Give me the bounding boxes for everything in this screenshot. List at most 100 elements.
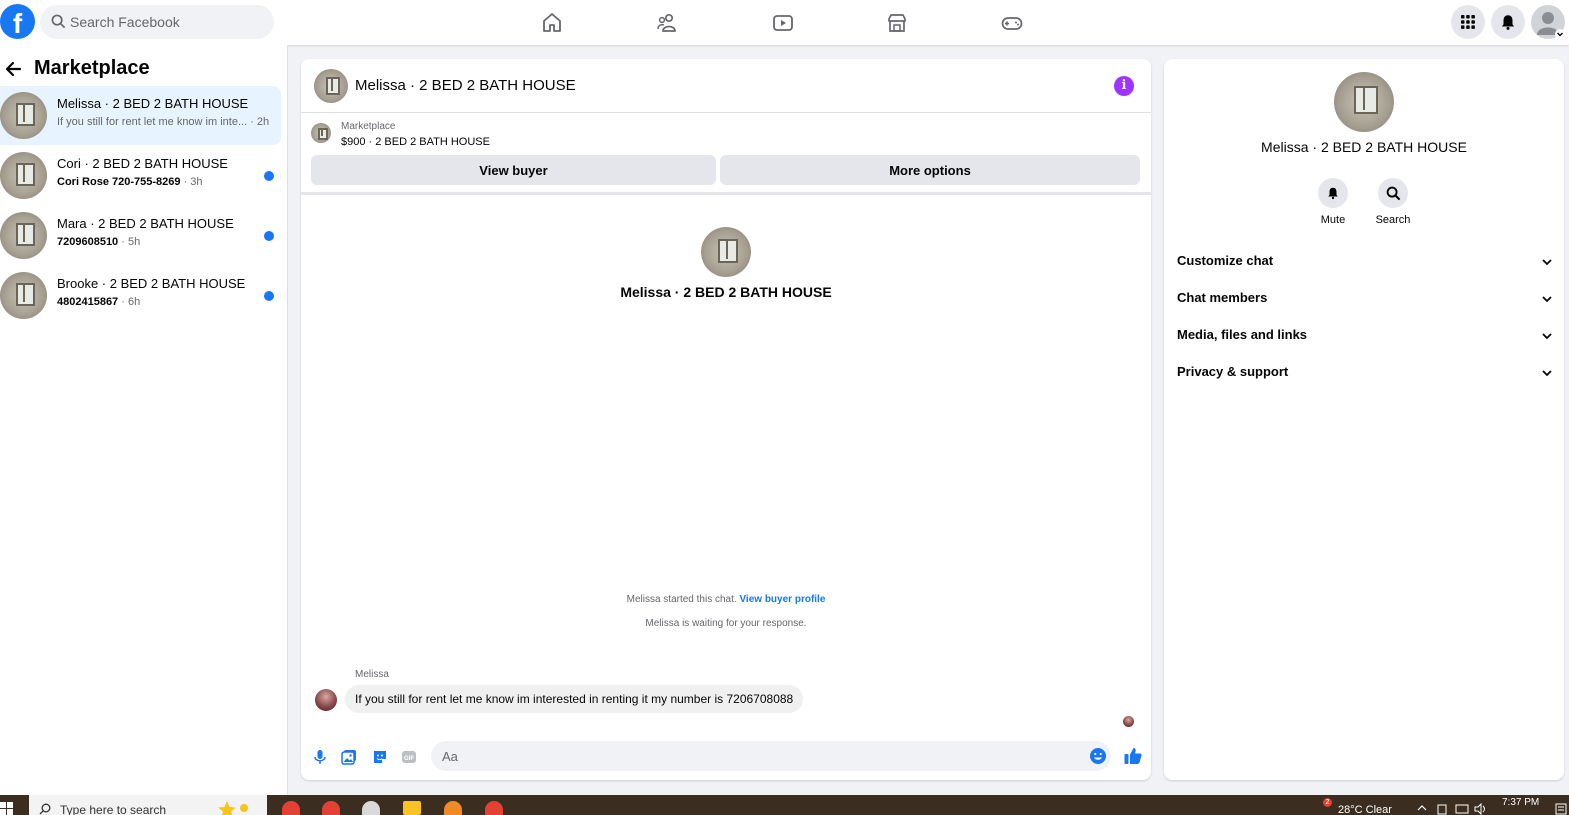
section-chat-members[interactable]: Chat members [1177, 290, 1553, 318]
search-label: Search [1375, 214, 1411, 226]
intro-name: Melissa · 2 BED 2 BATH HOUSE [620, 284, 832, 300]
thumbs-up-icon[interactable] [1123, 746, 1143, 766]
facebook-logo[interactable]: f [0, 4, 35, 39]
info-icon[interactable]: i [1114, 76, 1134, 96]
section-customize-chat[interactable]: Customize chat [1177, 253, 1553, 281]
home-icon[interactable] [539, 10, 565, 36]
conversation-name: Brooke · 2 BED 2 BATH HOUSE [57, 276, 246, 291]
action-center-icon[interactable] [1555, 803, 1567, 815]
chat-panel: Melissa · 2 BED 2 BATH HOUSE i Marketpla… [301, 59, 1151, 780]
search-action[interactable]: Search [1368, 178, 1418, 226]
search-input[interactable] [70, 5, 265, 39]
section-privacy-support[interactable]: Privacy & support [1177, 364, 1553, 392]
conversation-name: Mara · 2 BED 2 BATH HOUSE [57, 216, 234, 231]
details-name: Melissa · 2 BED 2 BATH HOUSE [1261, 139, 1467, 155]
listing-price[interactable]: $900 · 2 BED 2 BATH HOUSE [341, 136, 490, 148]
conversation-item-cori[interactable]: Cori · 2 BED 2 BATH HOUSE Cori Rose 720-… [0, 146, 281, 205]
section-media-files-links[interactable]: Media, files and links [1177, 327, 1553, 355]
microphone-icon[interactable] [311, 748, 329, 766]
chat-avatar[interactable] [314, 69, 348, 103]
conversation-name: Melissa · 2 BED 2 BATH HOUSE [57, 96, 249, 111]
chat-details-panel: Melissa · 2 BED 2 BATH HOUSE Mute Search… [1164, 59, 1564, 780]
top-navigation-bar: f [0, 0, 1569, 45]
chat-title[interactable]: Melissa · 2 BED 2 BATH HOUSE [355, 77, 576, 94]
chevron-down-icon [1542, 370, 1552, 377]
chevron-down-icon [1542, 259, 1552, 266]
mute-action[interactable]: Mute [1308, 178, 1358, 226]
file-explorer-icon[interactable] [403, 801, 421, 815]
chevron-down-icon [1542, 296, 1552, 303]
watch-icon[interactable] [770, 10, 796, 36]
chevron-down-icon [1542, 333, 1552, 340]
network-icon[interactable] [1455, 803, 1469, 815]
chrome-icon[interactable] [485, 801, 503, 815]
svg-text:GIF: GIF [404, 756, 414, 762]
unread-dot [264, 171, 274, 181]
listing-thumbnail [311, 123, 331, 143]
chrome-icon[interactable] [322, 801, 340, 815]
page-title: Marketplace [34, 57, 150, 79]
intro-avatar [701, 227, 751, 277]
conversation-item-brooke[interactable]: Brooke · 2 BED 2 BATH HOUSE 4802415867 ·… [0, 266, 281, 325]
chat-started-notice: Melissa started this chat. View buyer pr… [626, 594, 826, 605]
sender-name: Melissa [355, 669, 389, 680]
listing-thumbnail [0, 152, 47, 199]
listing-thumbnail [0, 272, 47, 319]
more-options-button[interactable]: More options [720, 155, 1140, 185]
view-buyer-profile-link[interactable]: View buyer profile [739, 594, 825, 605]
marketplace-icon[interactable] [884, 10, 910, 36]
conversation-list-panel: Marketplace Melissa · 2 BED 2 BATH HOUSE… [0, 45, 288, 795]
message-bubble[interactable]: If you still for rent let me know im int… [345, 685, 804, 713]
search-icon [39, 803, 51, 815]
emoji-icon[interactable] [1089, 747, 1107, 765]
weather-text[interactable]: 28°C Clear [1338, 804, 1392, 815]
bell-icon[interactable] [1318, 178, 1348, 208]
panel-header: Marketplace [4, 57, 150, 80]
conversation-item-mara[interactable]: Mara · 2 BED 2 BATH HOUSE 7209608510 · 5… [0, 206, 281, 265]
friends-icon[interactable] [654, 10, 680, 36]
listing-bar: Marketplace $900 · 2 BED 2 BATH HOUSE Vi… [301, 113, 1151, 195]
waiting-notice: Melissa is waiting for your response. [645, 618, 807, 629]
message-input[interactable] [431, 741, 1111, 771]
gif-icon[interactable]: GIF [400, 748, 418, 766]
menu-grid-icon[interactable] [1451, 5, 1485, 39]
taskbar-search-box[interactable]: Type here to search [29, 795, 267, 815]
chat-header: Melissa · 2 BED 2 BATH HOUSE i [301, 59, 1151, 113]
details-avatar[interactable] [1334, 72, 1394, 132]
conversation-name: Cori · 2 BED 2 BATH HOUSE [57, 156, 228, 171]
weather-notification-badge: 2 [1323, 798, 1332, 807]
notifications-icon[interactable] [1491, 5, 1525, 39]
battery-icon[interactable] [1436, 803, 1448, 815]
taskbar-search-placeholder: Type here to search [60, 803, 167, 815]
mute-label: Mute [1320, 214, 1346, 226]
unread-dot [264, 291, 274, 301]
seen-indicator-avatar [1123, 716, 1134, 727]
search-highlight-icon [218, 801, 248, 815]
sender-avatar[interactable] [315, 689, 337, 711]
volume-icon[interactable] [1474, 803, 1488, 815]
search-icon [51, 14, 66, 29]
conversation-item-melissa[interactable]: Melissa · 2 BED 2 BATH HOUSE If you stil… [0, 86, 281, 145]
clock-time[interactable]: 7:37 PM [1502, 797, 1539, 808]
view-buyer-button[interactable]: View buyer [311, 155, 716, 185]
sticker-icon[interactable] [371, 748, 389, 766]
account-icon[interactable] [1531, 5, 1565, 39]
facebook-messenger-window: f Marketpl [0, 0, 1569, 815]
marketplace-label: Marketplace [341, 121, 396, 132]
app-icon[interactable] [362, 801, 380, 815]
search-icon[interactable] [1378, 178, 1408, 208]
chrome-icon[interactable] [282, 801, 300, 815]
gaming-icon[interactable] [999, 10, 1025, 36]
search-facebook-box[interactable] [40, 5, 274, 39]
conversation-preview: Cori Rose 720-755-8269 · 3h [57, 176, 203, 188]
chevron-up-icon[interactable] [1417, 804, 1427, 812]
windows-taskbar: Type here to search 2 28°C Clear 7:37 PM [0, 795, 1569, 815]
unread-dot [264, 231, 274, 241]
photo-icon[interactable] [340, 748, 358, 766]
conversation-preview: 4802415867 · 6h [57, 296, 141, 308]
app-icon[interactable] [444, 801, 462, 815]
listing-thumbnail [0, 92, 47, 139]
windows-start-icon[interactable] [0, 802, 13, 815]
arrow-left-icon[interactable] [4, 59, 24, 79]
conversation-preview: If you still for rent let me know im int… [57, 116, 270, 128]
